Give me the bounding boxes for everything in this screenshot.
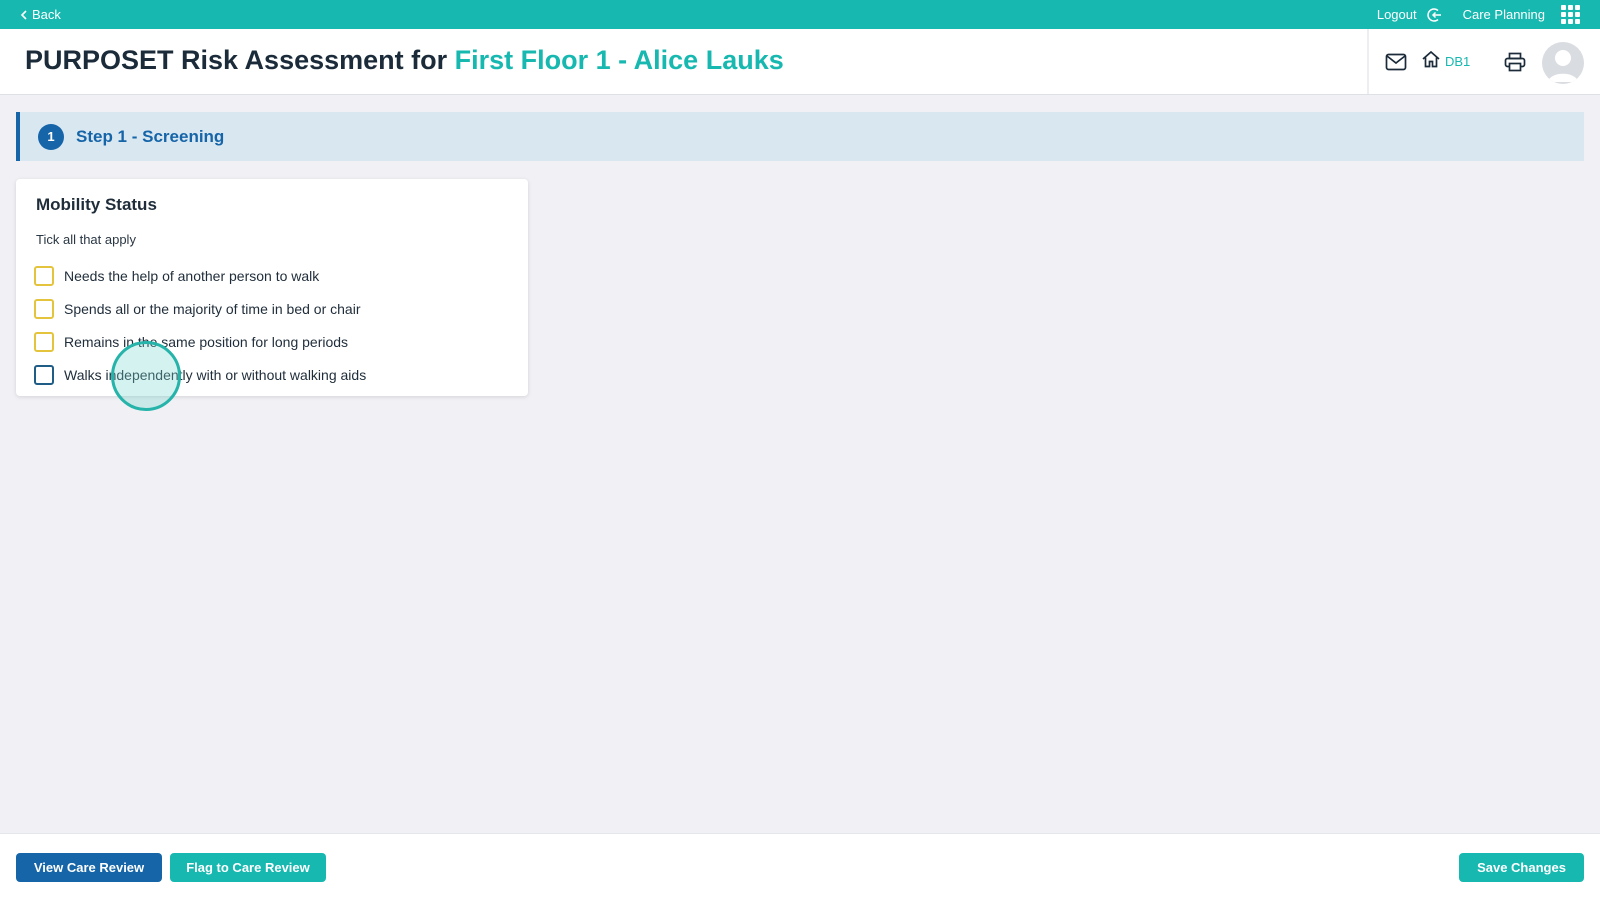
checkbox-needs-help-walk[interactable] <box>34 265 54 286</box>
mail-icon[interactable] <box>1385 53 1407 71</box>
mobility-status-card: Mobility Status Tick all that apply Need… <box>16 179 528 396</box>
checkbox-walks-independently[interactable] <box>34 364 54 385</box>
checkbox-same-position[interactable] <box>34 331 54 352</box>
home-button[interactable]: DB1 <box>1421 50 1470 73</box>
page-title-subject: First Floor 1 - Alice Lauks <box>454 45 784 75</box>
page-header: PURPOSET Risk Assessment for First Floor… <box>0 29 1600 95</box>
step-title: Step 1 - Screening <box>76 126 225 146</box>
chevron-left-icon <box>20 9 28 20</box>
top-bar-actions: Logout Care Planning <box>1377 5 1580 24</box>
step-banner: 1 Step 1 - Screening <box>16 112 1584 161</box>
back-link[interactable]: Back <box>20 7 61 22</box>
save-changes-button[interactable]: Save Changes <box>1459 853 1584 882</box>
step-number-badge: 1 <box>38 123 64 150</box>
option-bed-or-chair[interactable]: Spends all or the majority of time in be… <box>34 292 508 325</box>
option-label: Needs the help of another person to walk <box>64 267 320 284</box>
option-walks-independently[interactable]: Walks independently with or without walk… <box>34 358 508 391</box>
home-icon <box>1421 50 1441 73</box>
option-same-position[interactable]: Remains in the same position for long pe… <box>34 325 508 358</box>
flag-care-review-button[interactable]: Flag to Care Review <box>170 853 326 882</box>
user-avatar-icon[interactable] <box>1542 42 1584 84</box>
top-bar: Back Logout Care Planning <box>0 0 1600 29</box>
care-planning-link[interactable]: Care Planning <box>1463 7 1545 22</box>
header-divider <box>1367 29 1369 94</box>
mobility-options: Needs the help of another person to walk… <box>34 259 508 391</box>
logout-icon[interactable] <box>1426 7 1443 23</box>
checkbox-bed-or-chair[interactable] <box>34 298 54 319</box>
page-title: PURPOSET Risk Assessment for First Floor… <box>25 45 784 76</box>
option-label: Spends all or the majority of time in be… <box>64 300 361 317</box>
logout-link[interactable]: Logout <box>1377 7 1417 22</box>
option-needs-help-walk[interactable]: Needs the help of another person to walk <box>34 259 508 292</box>
option-label: Walks independently with or without walk… <box>64 366 367 383</box>
card-title: Mobility Status <box>36 195 157 214</box>
view-care-review-button[interactable]: View Care Review <box>16 853 162 882</box>
printer-icon[interactable] <box>1504 52 1526 72</box>
page-title-prefix: PURPOSET Risk Assessment for <box>25 45 448 75</box>
option-label: Remains in the same position for long pe… <box>64 333 349 350</box>
footer-bar: View Care Review Flag to Care Review Sav… <box>0 833 1600 900</box>
home-label: DB1 <box>1445 54 1471 69</box>
grid-icon[interactable] <box>1561 5 1580 24</box>
back-label: Back <box>32 7 61 22</box>
card-instruction: Tick all that apply <box>36 232 136 247</box>
